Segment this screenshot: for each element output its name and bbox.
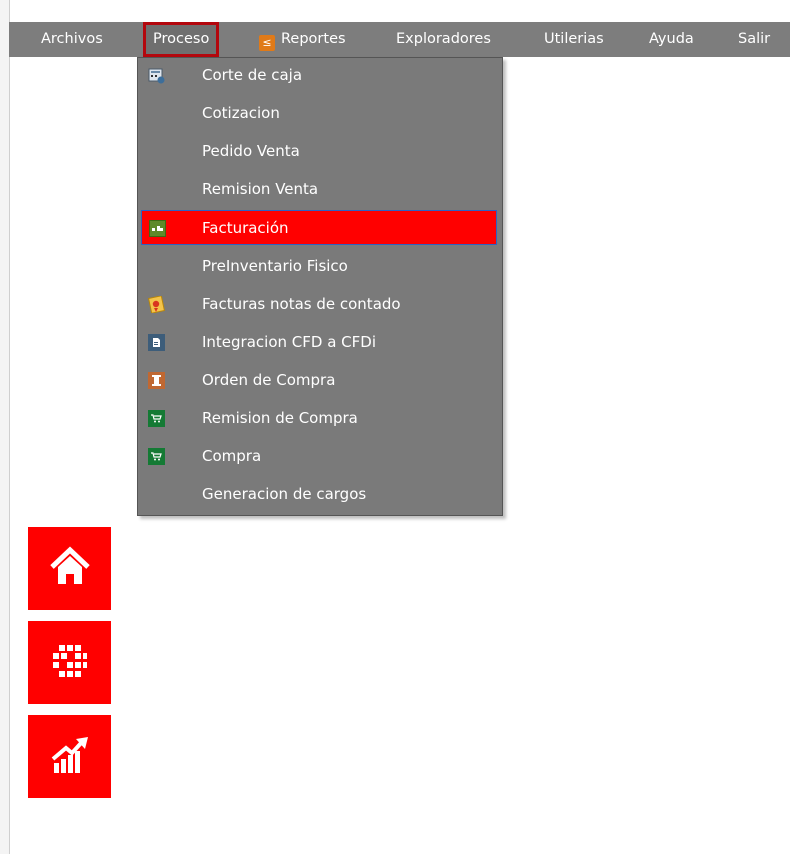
menu-item-orden-de-compra[interactable]: Orden de Compra (141, 363, 497, 398)
menu-item-corte-de-caja[interactable]: Corte de caja (141, 58, 497, 93)
reports-icon: ≤ (259, 35, 275, 51)
certificate-icon (148, 296, 165, 313)
menu-item-label: PreInventario Fisico (202, 257, 348, 275)
menu-item-label: Remision de Compra (202, 409, 358, 427)
menu-item-label: Pedido Venta (202, 142, 300, 160)
menu-salir[interactable]: Salir (738, 22, 770, 57)
menu-item-label: Facturas notas de contado (202, 295, 401, 313)
grid-button[interactable] (28, 621, 111, 704)
menu-item-integracion-cfd-a-cfdi[interactable]: Integracion CFD a CFDi (141, 325, 497, 360)
menu-archivos[interactable]: Archivos (41, 22, 103, 57)
menu-item-label: Orden de Compra (202, 371, 336, 389)
menu-item-remision-de-compra[interactable]: Remision de Compra (141, 401, 497, 436)
menu-item-remision-venta[interactable]: Remision Venta (141, 172, 497, 207)
menu-item-generacion-de-cargos[interactable]: Generacion de cargos (141, 477, 497, 512)
menu-item-label: Remision Venta (202, 180, 319, 198)
menu-item-pedido-venta[interactable]: Pedido Venta (141, 134, 497, 169)
menu-reportes-label: Reportes (281, 31, 346, 47)
cart-icon (148, 448, 165, 465)
menu-utilerias[interactable]: Utilerias (544, 22, 604, 57)
menu-proceso[interactable]: Proceso (143, 22, 220, 57)
invoice-icon (149, 220, 166, 237)
home-button[interactable] (28, 527, 111, 610)
growth-chart-button[interactable] (28, 715, 111, 798)
menu-reportes[interactable]: ≤ Reportes (259, 22, 346, 57)
home-icon (48, 545, 92, 593)
menu-ayuda[interactable]: Ayuda (649, 22, 694, 57)
calculator-icon (148, 67, 165, 84)
menu-item-label: Compra (202, 447, 262, 465)
menu-item-cotizacion[interactable]: Cotizacion (141, 96, 497, 131)
menu-exploradores[interactable]: Exploradores (396, 22, 491, 57)
menu-item-label: Cotizacion (202, 104, 280, 122)
cart-icon (148, 410, 165, 427)
menu-item-label: Corte de caja (202, 66, 303, 84)
menu-item-facturacion[interactable]: Facturación (141, 210, 497, 245)
menu-item-compra[interactable]: Compra (141, 439, 497, 474)
proceso-dropdown: Corte de caja Cotizacion Pedido Venta Re… (137, 57, 503, 516)
menu-item-label: Facturación (202, 219, 289, 237)
menu-item-label: Generacion de cargos (202, 485, 367, 503)
menu-bar: Archivos Proceso ≤ Reportes Exploradores … (9, 22, 790, 57)
menu-item-label: Integracion CFD a CFDi (202, 333, 376, 351)
grid-icon (49, 640, 91, 686)
document-icon (148, 334, 165, 351)
menu-item-preinventario-fisico[interactable]: PreInventario Fisico (141, 249, 497, 284)
menu-item-facturas-notas-de-contado[interactable]: Facturas notas de contado (141, 287, 497, 322)
growth-chart-icon (48, 733, 92, 781)
order-icon (148, 372, 165, 389)
